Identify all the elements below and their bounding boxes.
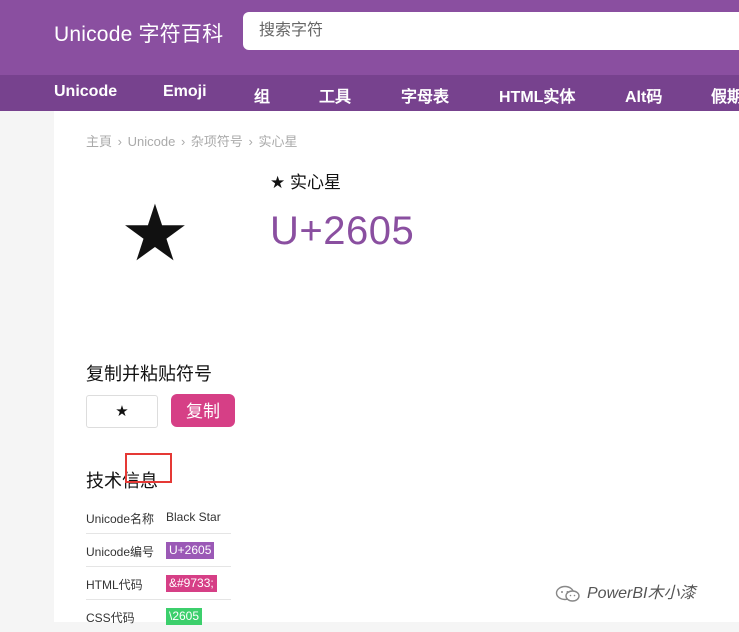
nav-item-alt-codes[interactable]: Alt码 bbox=[625, 83, 662, 107]
watermark-text: PowerBI木小漆 bbox=[587, 585, 696, 602]
site-logo[interactable]: Unicode 字符百科 bbox=[54, 18, 223, 48]
copy-symbol-field[interactable]: ★ bbox=[86, 395, 158, 428]
site-header: Unicode 字符百科 bbox=[0, 0, 739, 75]
row-value-unicode-number[interactable]: U+2605 bbox=[166, 542, 215, 559]
main-nav: Unicode Emoji 组 工具 字母表 HTML实体 Alt码 假期 bbox=[0, 75, 739, 111]
copy-section-title: 复制并粘贴符号 bbox=[86, 364, 212, 384]
tech-info-table: Unicode名称 Black Star Unicode编号 U+2605 HT… bbox=[86, 501, 231, 632]
main-content: 主頁 › Unicode › 杂项符号 › 实心星 ★ ★ 实心星 U+2605… bbox=[54, 111, 739, 625]
breadcrumb-current[interactable]: 实心星 bbox=[259, 134, 298, 149]
table-row: CSS代码 \2605 bbox=[86, 600, 231, 632]
copy-button[interactable]: 复制 bbox=[171, 394, 235, 427]
search-input[interactable] bbox=[243, 12, 739, 50]
breadcrumb: 主頁 › Unicode › 杂项符号 › 实心星 bbox=[86, 131, 298, 150]
breadcrumb-unicode[interactable]: Unicode bbox=[128, 134, 176, 149]
table-row: Unicode编号 U+2605 bbox=[86, 534, 231, 567]
breadcrumb-home[interactable]: 主頁 bbox=[86, 134, 112, 149]
nav-item-html-entities[interactable]: HTML实体 bbox=[499, 83, 575, 107]
character-glyph: ★ bbox=[120, 189, 190, 279]
table-row: HTML代码 &#9733; bbox=[86, 567, 231, 600]
wechat-icon bbox=[555, 585, 580, 602]
annotation-highlight-box bbox=[125, 453, 172, 483]
row-label-unicode-number: Unicode编号 bbox=[86, 545, 155, 559]
watermark: PowerBI木小漆 bbox=[555, 579, 695, 603]
breadcrumb-misc-symbols[interactable]: 杂项符号 bbox=[191, 134, 243, 149]
row-value-unicode-name: Black Star bbox=[166, 510, 221, 524]
nav-item-emoji[interactable]: Emoji bbox=[163, 83, 207, 101]
nav-item-alphabets[interactable]: 字母表 bbox=[401, 83, 449, 107]
row-label-unicode-name: Unicode名称 bbox=[86, 512, 155, 526]
character-code: U+2605 bbox=[270, 209, 415, 253]
nav-item-holidays[interactable]: 假期 bbox=[711, 83, 739, 107]
row-value-html-code[interactable]: &#9733; bbox=[166, 575, 217, 592]
breadcrumb-separator: › bbox=[180, 134, 186, 149]
row-value-css-code[interactable]: \2605 bbox=[166, 608, 203, 625]
breadcrumb-separator: › bbox=[117, 134, 122, 149]
breadcrumb-separator: › bbox=[248, 134, 253, 149]
nav-item-tools[interactable]: 工具 bbox=[319, 83, 351, 107]
table-row: Unicode名称 Black Star bbox=[86, 501, 231, 534]
row-label-html-code: HTML代码 bbox=[86, 578, 143, 592]
nav-item-unicode[interactable]: Unicode bbox=[54, 83, 117, 101]
nav-item-groups[interactable]: 组 bbox=[254, 83, 270, 107]
row-label-css-code: CSS代码 bbox=[86, 611, 135, 625]
character-title: ★ 实心星 bbox=[270, 173, 341, 192]
